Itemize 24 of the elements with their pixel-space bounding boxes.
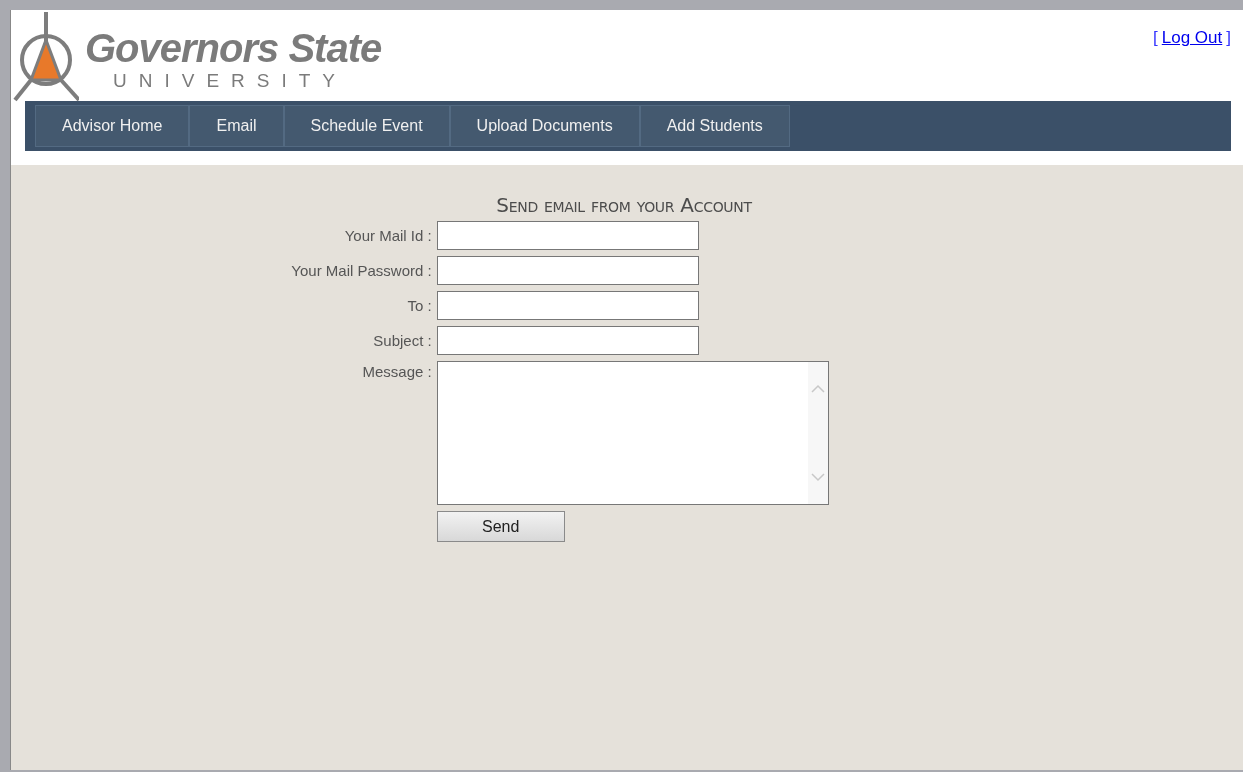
input-field[interactable] <box>436 221 699 250</box>
nav-item[interactable]: Upload Documents <box>449 105 640 147</box>
input-field[interactable] <box>436 326 699 355</box>
input-field[interactable] <box>436 291 699 320</box>
log-out-link[interactable]: Log Out <box>1161 28 1223 48</box>
nav-item[interactable]: Schedule Event <box>283 105 450 147</box>
field-label: Subject : <box>373 332 432 349</box>
field-label: To : <box>407 297 432 314</box>
nav-item[interactable]: Add Students <box>639 105 790 147</box>
nav-item[interactable]: Email <box>189 105 284 147</box>
password-field[interactable] <box>436 256 699 285</box>
logo-name: Governors State <box>85 26 382 70</box>
message-field[interactable] <box>436 361 829 505</box>
scroll-down-icon <box>810 472 825 482</box>
field-label: Your Mail Id : <box>344 227 432 244</box>
send-button[interactable]: Send <box>436 511 565 542</box>
logo-subtitle: UNIVERSITY <box>112 70 349 92</box>
field-label: Message : <box>362 363 432 380</box>
field-label: Your Mail Password : <box>291 262 432 279</box>
form-title: Send email from your Account <box>496 193 752 217</box>
bracket: ] <box>1226 28 1231 48</box>
nav-item[interactable]: Advisor Home <box>35 105 190 147</box>
scroll-up-icon <box>810 384 825 394</box>
bracket: [ <box>1153 28 1158 48</box>
